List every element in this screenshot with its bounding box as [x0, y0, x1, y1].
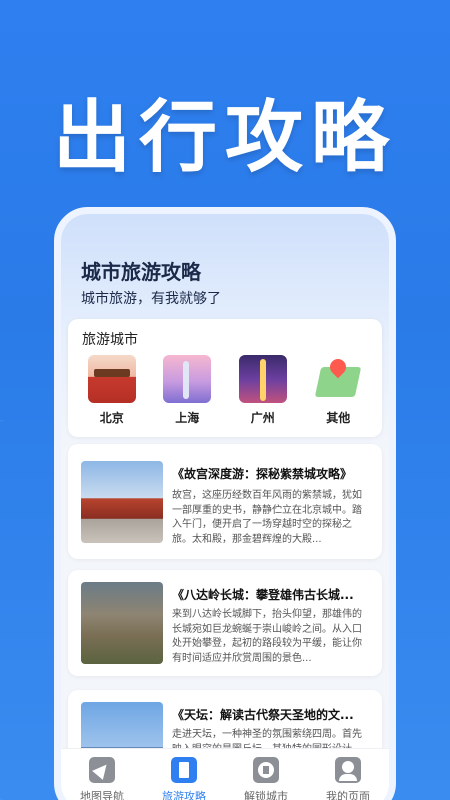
shanghai-skyline-image: [163, 355, 212, 403]
city-item-other[interactable]: 其他: [308, 355, 368, 426]
city-label: 北京: [99, 411, 124, 425]
city-item-beijing[interactable]: 北京: [82, 355, 142, 426]
tab-label: 旅游攻略: [162, 790, 206, 800]
article-excerpt: 来到八达岭长城脚下，抬头仰望，那雄伟的长城宛如巨龙蜿蜒于崇山峻岭之间。从入口处开…: [172, 609, 362, 664]
tab-label: 解锁城市: [244, 790, 288, 800]
city-label: 上海: [175, 411, 200, 425]
app-title: 城市旅游攻略: [81, 260, 201, 284]
city-label: 广州: [250, 411, 275, 425]
bottom-tab-bar: 地图导航 旅游攻略 解锁城市 我的页面: [61, 748, 389, 800]
article-card-gugong[interactable]: 《故宫深度游：探秘紫禁城攻略》 故宫，这座历经数百年风雨的紫禁城，犹如一部厚重的…: [68, 444, 382, 559]
city-grid: 北京 上海 广州 其他: [74, 355, 376, 426]
article-title: 《故宫深度游：探秘紫禁城攻略》: [172, 467, 353, 481]
city-icon: [253, 757, 279, 783]
guangzhou-tower-image: [238, 355, 287, 403]
great-wall-image: [81, 582, 163, 664]
city-item-guangzhou[interactable]: 广州: [233, 355, 293, 426]
phone-frame: 城市旅游攻略 城市旅游，有我就够了 旅游城市 北京 上海 广州 其他 《故宫深度…: [54, 207, 396, 800]
user-icon: [335, 757, 361, 783]
map-pin-icon: [314, 355, 363, 403]
article-title: 《八达岭长城：攀登雄伟古长城...: [172, 588, 354, 602]
section-title: 旅游城市: [82, 332, 138, 348]
forbidden-city-image: [81, 461, 163, 543]
book-icon: [171, 757, 197, 783]
tab-map-navigation[interactable]: 地图导航: [67, 757, 137, 800]
tab-unlock-city[interactable]: 解锁城市: [231, 757, 301, 800]
tab-label: 地图导航: [80, 790, 124, 800]
city-item-shanghai[interactable]: 上海: [157, 355, 217, 426]
app-screen: 城市旅游攻略 城市旅游，有我就够了 旅游城市 北京 上海 广州 其他 《故宫深度…: [61, 214, 389, 800]
travel-cities-panel: 旅游城市 北京 上海 广州 其他: [68, 319, 382, 437]
tab-label: 我的页面: [326, 790, 370, 800]
article-title: 《天坛：解读古代祭天圣地的文...: [172, 708, 354, 722]
navigation-arrow-icon: [89, 757, 115, 783]
tab-my-page[interactable]: 我的页面: [313, 757, 383, 800]
app-subtitle: 城市旅游，有我就够了: [81, 291, 221, 307]
city-label: 其他: [326, 411, 351, 425]
article-card-greatwall[interactable]: 《八达岭长城：攀登雄伟古长城... 来到八达岭长城脚下，抬头仰望，那雄伟的长城宛…: [68, 570, 382, 676]
promo-headline: 出行攻略: [52, 93, 397, 183]
tab-travel-guide[interactable]: 旅游攻略: [149, 757, 219, 800]
beijing-gate-image: [87, 355, 136, 403]
article-excerpt: 故宫，这座历经数百年风雨的紫禁城，犹如一部厚重的史书，静静伫立在北京城中。踏入午…: [172, 490, 362, 545]
